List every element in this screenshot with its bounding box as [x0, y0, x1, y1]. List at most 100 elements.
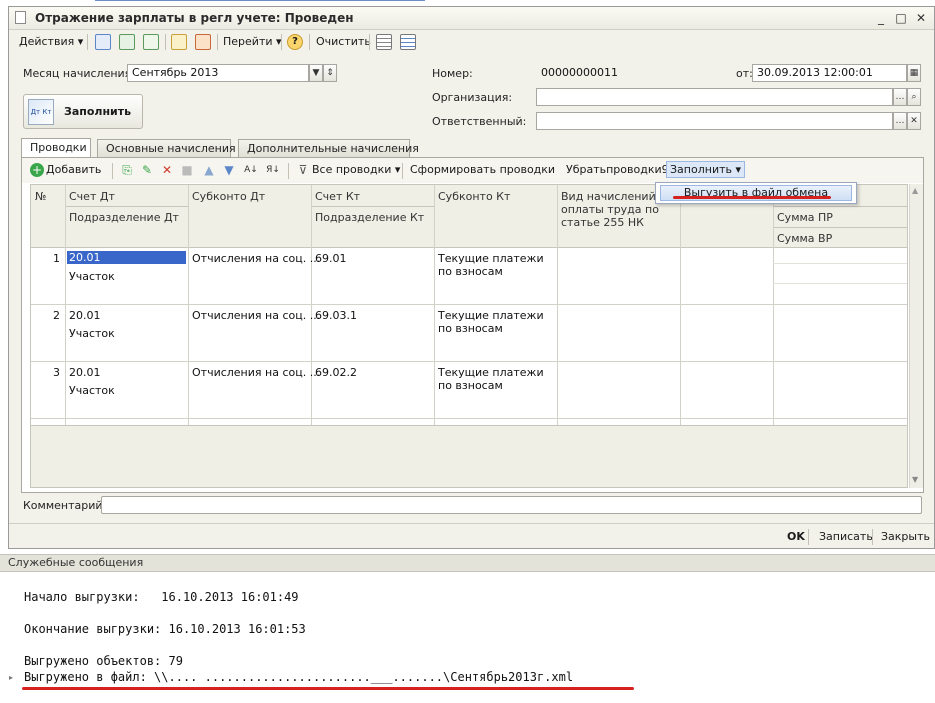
- move-up-icon[interactable]: ▲: [202, 163, 216, 177]
- organization-field[interactable]: [536, 88, 893, 106]
- bottom-bar: OK Записать Закрыть: [9, 523, 934, 548]
- cell-subconto-kt[interactable]: Текущие платежи по взносам: [438, 366, 553, 392]
- col-num[interactable]: №: [35, 190, 46, 203]
- cell-subconto-dt[interactable]: Отчисления на соц. ...: [192, 309, 320, 322]
- scroll-up-icon[interactable]: ▲: [912, 186, 918, 195]
- document-window: Отражение зарплаты в регл учете: Проведе…: [8, 6, 935, 549]
- cell-debit[interactable]: 20.01: [67, 251, 186, 264]
- cell-credit[interactable]: 69.01: [315, 252, 347, 265]
- delete-icon[interactable]: ✕: [160, 163, 174, 177]
- cell-dept[interactable]: Участок: [69, 384, 115, 397]
- sort-asc-icon[interactable]: A↓: [244, 163, 258, 177]
- help-icon[interactable]: ?: [287, 34, 303, 50]
- responsible-field[interactable]: [536, 112, 893, 130]
- form-postings-button[interactable]: Сформировать проводки: [410, 163, 555, 176]
- month-label: Месяц начисления:: [23, 67, 135, 80]
- message-line: Начало выгрузки: 16.10.2013 16:01:49: [24, 590, 299, 604]
- title-bar: Отражение зарплаты в регл учете: Проведе…: [9, 7, 934, 30]
- unpost-icon[interactable]: [195, 34, 211, 50]
- structure-icon[interactable]: [376, 34, 392, 50]
- edit-icon[interactable]: ✎: [140, 163, 154, 177]
- maximize-icon[interactable]: □: [893, 10, 909, 26]
- actions-menu[interactable]: Действия ▾: [19, 32, 83, 52]
- window-title: Отражение зарплаты в регл учете: Проведе…: [35, 11, 354, 25]
- sort-desc-icon[interactable]: Я↓: [266, 163, 280, 177]
- col-credit[interactable]: Счет Кт: [315, 190, 360, 203]
- cell-credit[interactable]: 69.02.2: [315, 366, 357, 379]
- col-sum-pr[interactable]: Сумма ПР: [777, 211, 833, 224]
- message-line: Окончание выгрузки: 16.10.2013 16:01:53: [24, 622, 306, 636]
- number-field[interactable]: 00000000011: [536, 64, 716, 82]
- col-subconto-dt[interactable]: Субконто Дт: [192, 190, 265, 203]
- end-edit-icon[interactable]: ■: [180, 163, 194, 177]
- date-field[interactable]: 30.09.2013 12:00:01: [752, 64, 907, 82]
- month-dropdown-icon[interactable]: ▼: [309, 64, 323, 82]
- copy-row-icon[interactable]: ⎘: [120, 163, 134, 177]
- document-icon: [15, 11, 26, 24]
- close-button[interactable]: Закрыть: [881, 530, 930, 543]
- fill-menu[interactable]: Заполнить ▾: [666, 161, 746, 178]
- post-icon[interactable]: [171, 34, 187, 50]
- filter-icon[interactable]: ⊽: [296, 163, 310, 177]
- cell-dept[interactable]: Участок: [69, 270, 115, 283]
- postings-toolbar: + Добавить ⎘ ✎ ✕ ■ ▲ ▼ A↓ Я↓ ⊽ Все прово…: [22, 158, 923, 183]
- clear-button[interactable]: Очистить: [316, 32, 371, 52]
- cell-credit[interactable]: 69.03.1: [315, 309, 357, 322]
- number-label: Номер:: [432, 67, 473, 80]
- red-underline-file: [22, 687, 634, 690]
- top-link[interactable]: [95, 0, 425, 1]
- row-number: 1: [53, 252, 60, 265]
- cell-debit[interactable]: 20.01: [69, 366, 101, 379]
- fill-dropdown-menu: Выгузить в файл обмена: [655, 182, 857, 204]
- responsible-select-icon[interactable]: …: [893, 112, 907, 130]
- month-field[interactable]: Сентябрь 2013: [127, 64, 309, 82]
- organization-search-icon[interactable]: ⌕: [907, 88, 921, 106]
- save-button[interactable]: Записать: [819, 530, 873, 543]
- cell-subconto-dt[interactable]: Отчисления на соц. ...: [192, 366, 320, 379]
- copy-icon[interactable]: [143, 34, 159, 50]
- cell-subconto-kt[interactable]: Текущие платежи по взносам: [438, 252, 553, 278]
- postings-table: № Счет Дт Подразделение Дт Субконто Дт С…: [30, 184, 908, 488]
- goto-menu[interactable]: Перейти ▾: [223, 32, 282, 52]
- responsible-clear-icon[interactable]: ✕: [907, 112, 921, 130]
- calendar-icon[interactable]: ▦: [907, 64, 921, 82]
- col-credit-dept[interactable]: Подразделение Кт: [315, 211, 424, 224]
- comment-field[interactable]: [101, 496, 922, 514]
- comment-label: Комментарий:: [23, 499, 107, 512]
- organization-select-icon[interactable]: …: [893, 88, 907, 106]
- move-down-icon[interactable]: ▼: [222, 163, 236, 177]
- tab-postings[interactable]: Проводки: [21, 138, 91, 158]
- month-spin-icon[interactable]: ⇕: [323, 64, 337, 82]
- date-from-label: от:: [736, 67, 753, 80]
- post-and-close-icon[interactable]: [95, 34, 111, 50]
- ok-button[interactable]: OK: [787, 530, 805, 543]
- tab-additional-accruals[interactable]: Дополнительные начисления: [238, 139, 419, 157]
- row-number: 2: [53, 309, 60, 322]
- all-postings-menu[interactable]: Все проводки ▾: [312, 163, 400, 176]
- col-debit-dept[interactable]: Подразделение Дт: [69, 211, 179, 224]
- fill-button[interactable]: Дт Кт Заполнить: [23, 94, 143, 129]
- remove-postings-button[interactable]: Убратьпроводки96: [566, 163, 676, 176]
- col-sum-vr[interactable]: Сумма ВР: [777, 232, 832, 245]
- cell-dept[interactable]: Участок: [69, 327, 115, 340]
- table-scrollbar[interactable]: ▲ ▼: [909, 184, 923, 488]
- list-settings-icon[interactable]: [400, 34, 416, 50]
- scroll-down-icon[interactable]: ▼: [912, 475, 918, 484]
- cell-subconto-dt[interactable]: Отчисления на соц. ...: [192, 252, 320, 265]
- cell-debit[interactable]: 20.01: [69, 309, 101, 322]
- message-line: Выгружено объектов: 79: [24, 654, 183, 668]
- save-icon[interactable]: [119, 34, 135, 50]
- col-debit[interactable]: Счет Дт: [69, 190, 115, 203]
- add-icon[interactable]: +: [30, 163, 44, 177]
- close-icon[interactable]: ✕: [913, 10, 929, 26]
- messages-panel: Начало выгрузки: 16.10.2013 16:01:49 Око…: [0, 572, 935, 703]
- add-button[interactable]: Добавить: [46, 163, 101, 176]
- cell-subconto-kt[interactable]: Текущие платежи по взносам: [438, 309, 553, 335]
- tab-main-accruals[interactable]: Основные начисления: [97, 139, 236, 157]
- col-subconto-kt[interactable]: Субконто Кт: [438, 190, 510, 203]
- fill-button-label: Заполнить: [64, 105, 132, 118]
- debit-credit-icon: Дт Кт: [28, 99, 54, 125]
- responsible-label: Ответственный:: [432, 115, 527, 128]
- message-line: Выгружено в файл: \\.... ...............…: [24, 670, 574, 684]
- minimize-icon[interactable]: _: [873, 10, 889, 26]
